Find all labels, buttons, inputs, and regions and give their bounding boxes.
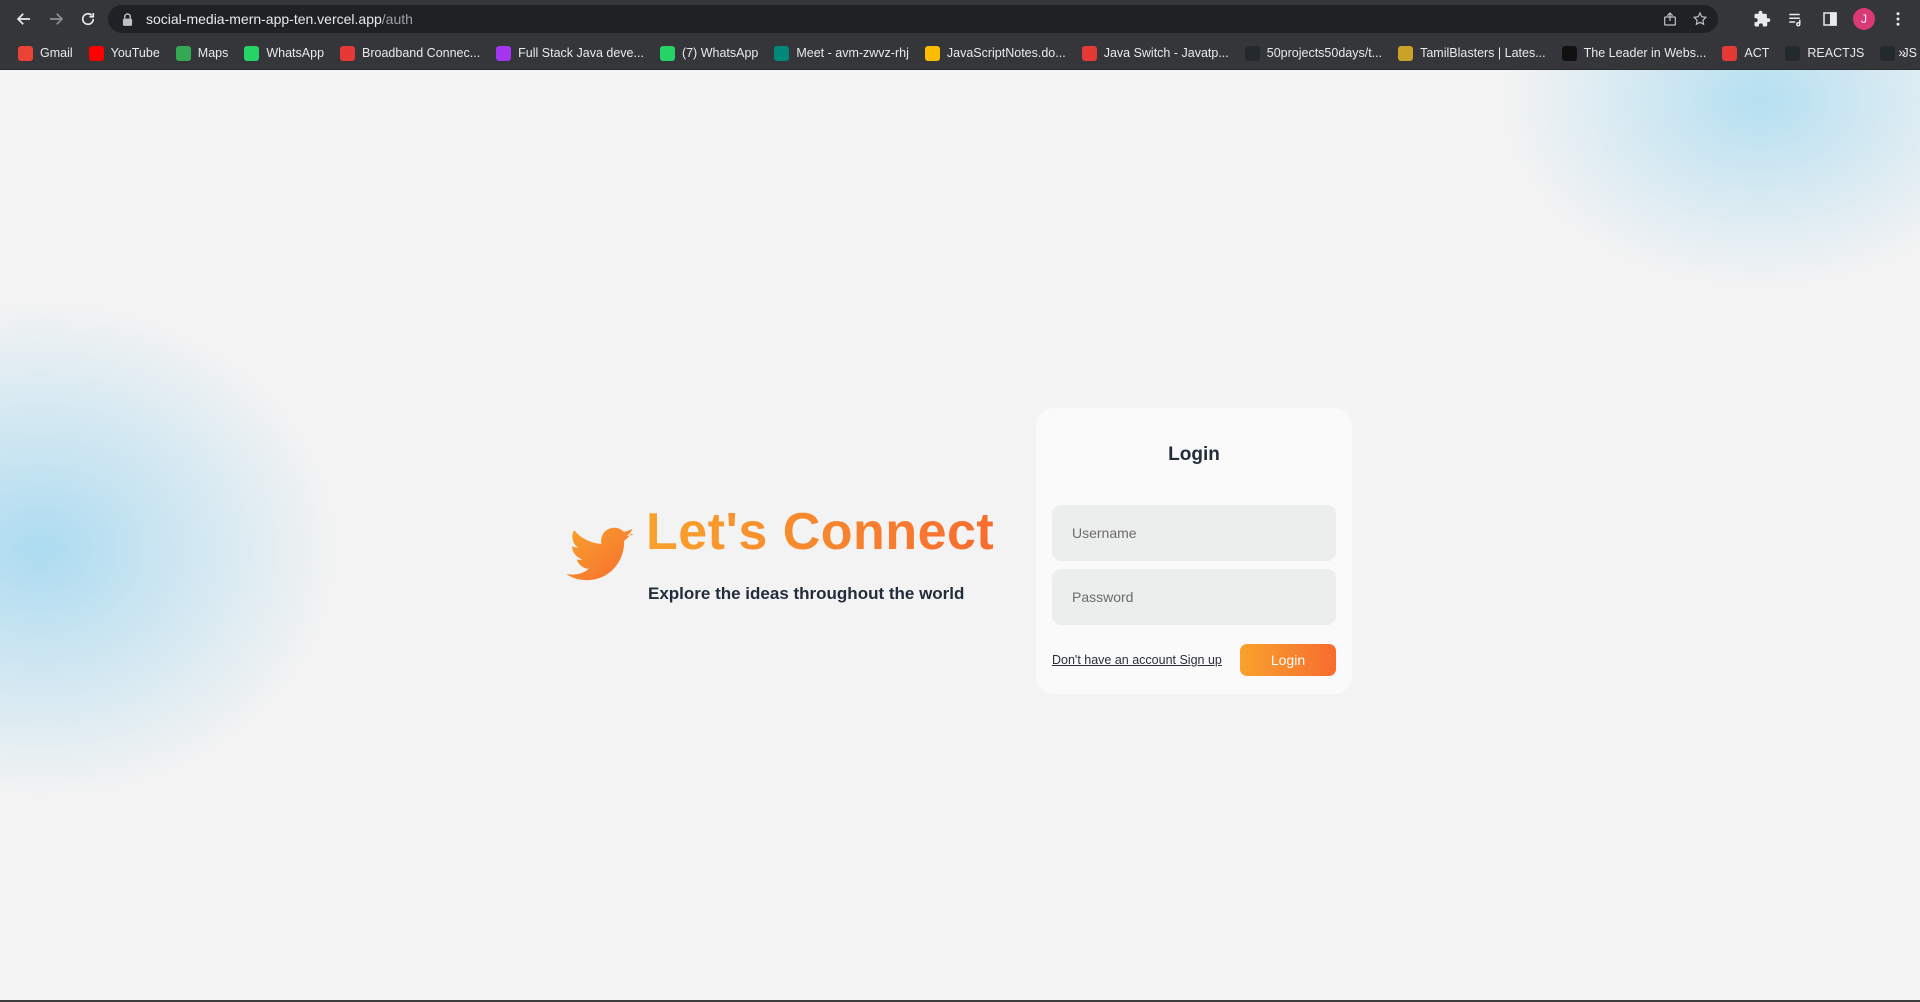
bookmark-label: TamilBlasters | Lates... [1420, 46, 1546, 60]
bookmarks-bar: Gmail YouTube Maps WhatsApp Broadband Connec… [0, 37, 1920, 70]
bird-logo-icon [566, 527, 634, 581]
login-title: Login [1168, 444, 1220, 465]
bookmark-label: Gmail [40, 46, 73, 60]
bookmark-label: The Leader in Webs... [1583, 46, 1707, 60]
whatsapp-icon [244, 45, 260, 61]
wix-icon [1561, 45, 1577, 61]
broadband-icon [340, 45, 356, 61]
bookmark-item[interactable]: The Leader in Webs... [1556, 41, 1713, 65]
bookmark-item[interactable]: Broadband Connec... [334, 41, 486, 65]
bookmark-item[interactable]: Java Switch - Javatp... [1076, 41, 1235, 65]
tamilblasters-icon [1398, 45, 1414, 61]
background-glow-left [0, 300, 340, 800]
bookmark-item[interactable]: TamilBlasters | Lates... [1392, 41, 1552, 65]
reload-icon [81, 12, 95, 25]
bookmark-item[interactable]: Maps [170, 41, 235, 65]
extensions-icon[interactable] [1748, 5, 1776, 33]
side-panel-icon[interactable] [1816, 5, 1844, 33]
login-button[interactable]: Login [1240, 644, 1336, 676]
auth-page: Let's Connect Explore the ideas througho… [0, 70, 1920, 1002]
background-glow-right [1500, 70, 1920, 290]
bookmark-label: YouTube [110, 46, 160, 60]
youtube-icon [88, 45, 104, 61]
url-host: social-media-mern-app-ten.vercel.app [146, 11, 382, 27]
bookmark-item[interactable]: JS [1874, 41, 1920, 65]
media-queue-icon[interactable] [1782, 5, 1810, 33]
udemy-icon [496, 45, 512, 61]
login-card: Login Don't have an account Sign up Logi… [1036, 408, 1352, 694]
username-input[interactable] [1052, 505, 1336, 561]
bookmark-item[interactable]: WhatsApp [238, 41, 330, 65]
bookmark-label: Java Switch - Javatp... [1103, 46, 1229, 60]
bookmark-label: REACTJS [1807, 46, 1865, 60]
meet-icon [774, 45, 790, 61]
arrow-right-icon [50, 12, 64, 25]
bookmark-item[interactable]: ACT [1716, 41, 1775, 65]
browser-toolbar: social-media-mern-app-ten.vercel.app/aut… [0, 0, 1920, 37]
lock-icon [122, 12, 134, 26]
more-bookmarks-button[interactable]: » [1898, 44, 1906, 60]
maps-icon [175, 45, 191, 61]
bookmark-item[interactable]: JavaScriptNotes.do... [919, 41, 1072, 65]
bookmark-label: JavaScriptNotes.do... [946, 46, 1066, 60]
arrow-left-icon [16, 12, 30, 25]
signup-link[interactable]: Don't have an account Sign up [1052, 653, 1222, 667]
bookmark-star-icon[interactable] [1688, 7, 1712, 31]
bookmark-label: ACT [1744, 46, 1770, 60]
menu-kebab-icon[interactable] [1884, 5, 1912, 33]
whatsapp-icon [659, 45, 675, 61]
brand-title: Let's Connect [646, 503, 995, 561]
bookmark-label: 50projects50days/t... [1266, 46, 1383, 60]
bookmark-label: WhatsApp [266, 46, 325, 60]
avatar: J [1853, 8, 1875, 30]
bookmark-item[interactable]: (7) WhatsApp [654, 41, 764, 65]
bookmark-item[interactable]: 50projects50days/t... [1239, 41, 1388, 65]
github-icon [1880, 45, 1896, 61]
bookmark-label: (7) WhatsApp [681, 46, 759, 60]
share-icon[interactable] [1658, 7, 1682, 31]
bookmark-item[interactable]: YouTube [83, 41, 166, 65]
back-button[interactable] [10, 5, 38, 33]
bookmark-item[interactable]: Full Stack Java deve... [490, 41, 650, 65]
bookmark-label: Meet - avm-zwvz-rhj [796, 46, 909, 60]
bookmark-label: Broadband Connec... [362, 46, 481, 60]
bookmark-item[interactable]: REACTJS [1779, 41, 1870, 65]
password-input[interactable] [1052, 569, 1336, 625]
brand-subtitle: Explore the ideas throughout the world [648, 584, 965, 603]
javatpoint-icon [1081, 45, 1097, 61]
act-icon [1722, 45, 1738, 61]
bookmark-label: Full Stack Java deve... [518, 46, 644, 60]
bookmark-item[interactable]: Meet - avm-zwvz-rhj [768, 41, 915, 65]
github-icon [1244, 45, 1260, 61]
drive-icon [924, 45, 940, 61]
address-bar[interactable]: social-media-mern-app-ten.vercel.app/aut… [108, 5, 1718, 33]
reload-button[interactable] [74, 5, 102, 33]
bookmark-item[interactable]: Gmail [12, 41, 79, 65]
url-path: /auth [381, 11, 413, 27]
gmail-icon [18, 45, 33, 61]
bookmark-label: Maps [197, 46, 229, 60]
brand-section: Let's Connect Explore the ideas througho… [566, 502, 994, 604]
profile-button[interactable]: J [1850, 5, 1878, 33]
forward-button[interactable] [42, 5, 70, 33]
github-icon [1785, 45, 1801, 61]
